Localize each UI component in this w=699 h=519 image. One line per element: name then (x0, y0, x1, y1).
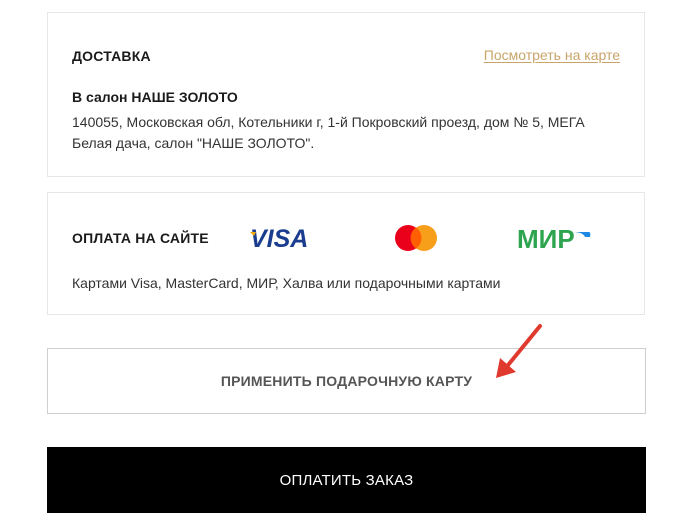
visa-logo-text: VISA (250, 225, 308, 253)
mir-logo: МИР (517, 224, 591, 253)
mastercard-logo (395, 225, 437, 251)
salon-address: 140055, Московская обл, Котельники г, 1-… (72, 114, 585, 151)
mir-accent-icon (573, 232, 591, 237)
apply-gift-card-label: ПРИМЕНИТЬ ПОДАРОЧНУЮ КАРТУ (220, 373, 473, 389)
delivery-card: ДОСТАВКА Посмотреть на карте В салон НАШ… (47, 12, 645, 177)
payment-card: ОПЛАТА НА САЙТЕ VISA МИР Картами Visa, M… (47, 192, 645, 315)
view-on-map-link[interactable]: Посмотреть на карте (484, 47, 620, 63)
pay-order-label: ОПЛАТИТЬ ЗАКАЗ (279, 471, 414, 489)
pay-order-button[interactable]: ОПЛАТИТЬ ЗАКАЗ (47, 447, 646, 513)
visa-logo: VISA (250, 225, 308, 253)
delivery-title: ДОСТАВКА (72, 48, 151, 64)
salon-name: В салон НАШЕ ЗОЛОТО (72, 89, 238, 105)
red-arrow-annotation-icon (496, 324, 542, 378)
payment-note: Картами Visa, MasterCard, МИР, Халва или… (72, 275, 501, 291)
mir-logo-text: МИР (517, 224, 575, 253)
apply-gift-card-button[interactable]: ПРИМЕНИТЬ ПОДАРОЧНУЮ КАРТУ (47, 348, 646, 414)
payment-title: ОПЛАТА НА САЙТЕ (72, 230, 209, 246)
